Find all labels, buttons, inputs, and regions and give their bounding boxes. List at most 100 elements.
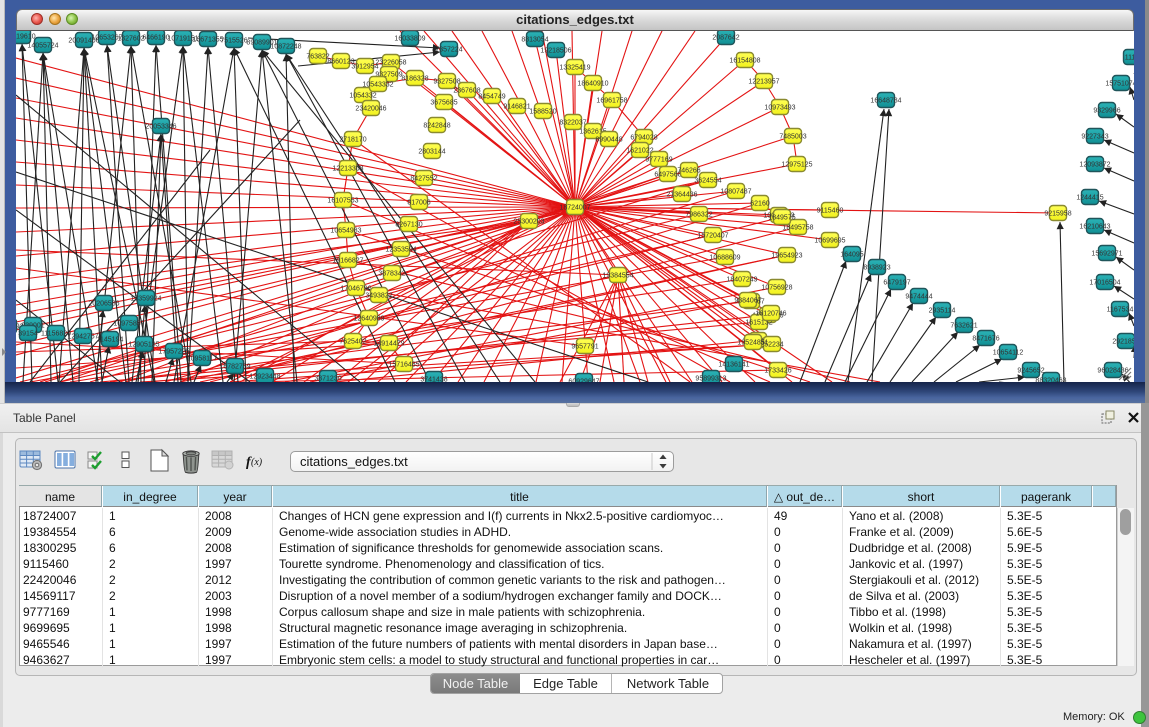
svg-text:1733426: 1733426 [764,368,791,375]
svg-text:7986322: 7986322 [685,212,712,219]
svg-text:8813054: 8813054 [521,37,548,44]
svg-text:1167534: 1167534 [1107,307,1134,314]
svg-text:7625402: 7625402 [339,339,366,346]
svg-text:95899313: 95899313 [695,376,726,383]
svg-text:96028436: 96028436 [1097,368,1128,375]
svg-text:18640910: 18640910 [577,81,608,88]
svg-text:2718170: 2718170 [339,137,366,144]
svg-text:16648784: 16648784 [870,98,901,105]
svg-text:8454749: 8454749 [478,94,505,101]
svg-text:1145194: 1145194 [97,337,124,344]
svg-text:20206586: 20206586 [88,301,119,308]
svg-text:1621022: 1621022 [626,148,653,155]
svg-text:19384554: 19384554 [602,273,633,280]
svg-text:164095: 164095 [840,252,863,259]
svg-text:10872248: 10872248 [270,44,301,51]
svg-text:1244415: 1244415 [1076,195,1103,202]
svg-text:3878342: 3878342 [378,271,405,278]
svg-text:12093872: 12093872 [1079,162,1110,169]
svg-text:14914479: 14914479 [373,341,404,348]
svg-text:13325419: 13325419 [559,65,590,72]
svg-text:1419610: 1419610 [16,34,36,41]
svg-text:16961758: 16961758 [596,98,627,105]
svg-text:9777169: 9777169 [645,157,672,164]
svg-text:25300203: 25300203 [513,219,544,226]
svg-text:17957225: 17957225 [158,349,189,356]
svg-text:19524851: 19524851 [737,340,768,347]
svg-text:15716485: 15716485 [388,362,419,369]
svg-text:15720407: 15720407 [697,233,728,240]
svg-text:9115460: 9115460 [817,208,844,215]
svg-text:3624554: 3624554 [694,178,721,185]
svg-text:18495758: 18495758 [782,225,813,232]
svg-text:39154: 39154 [18,331,38,338]
svg-text:2087642: 2087642 [712,35,739,42]
svg-text:62160: 62160 [750,201,770,208]
svg-text:8938923: 8938923 [863,265,890,272]
svg-text:10975857: 10975857 [113,321,144,328]
svg-text:10807487: 10807487 [720,189,751,196]
svg-text:16120746: 16120746 [755,311,786,318]
svg-text:16782759: 16782759 [219,364,250,371]
svg-text:8471676: 8471676 [972,336,999,343]
svg-text:7632621: 7632621 [950,323,977,330]
svg-text:3675685: 3675685 [430,100,457,107]
svg-text:3741438: 3741438 [420,377,447,383]
svg-text:10699695: 10699695 [814,238,845,245]
svg-text:16154808: 16154808 [729,58,760,65]
svg-text:15751074: 15751074 [1105,81,1134,88]
svg-text:7515526: 7515526 [220,38,247,45]
svg-text:8427552: 8427552 [410,176,437,183]
svg-text:16210643: 16210643 [1079,224,1110,231]
svg-text:1849575: 1849575 [768,215,795,222]
svg-text:17046796: 17046796 [340,286,371,293]
svg-text:1054332: 1054332 [349,93,376,100]
svg-text:8186328: 8186328 [401,76,428,83]
svg-text:2803144: 2803144 [418,149,445,156]
svg-text:9245652: 9245652 [1017,368,1044,375]
svg-text:10973493: 10973493 [764,105,795,112]
svg-text:7485003: 7485003 [779,134,806,141]
svg-text:9384067: 9384067 [734,298,761,305]
svg-text:10958117: 10958117 [187,356,218,363]
svg-text:12213303: 12213303 [332,166,363,173]
svg-text:6794028: 6794028 [630,135,657,142]
svg-text:15692971: 15692971 [1091,251,1122,258]
svg-text:9657791: 9657791 [571,344,598,351]
svg-text:23420046: 23420046 [355,106,386,113]
svg-text:746266: 746266 [677,168,700,175]
svg-text:8242848: 8242848 [423,123,450,130]
svg-text:6466190: 6466190 [142,35,169,42]
svg-text:9474444: 9474444 [905,294,932,301]
svg-text:16107553: 16107553 [327,198,358,205]
svg-text:12640989: 12640989 [353,316,384,323]
svg-text:12975125: 12975125 [781,162,812,169]
svg-text:18724007: 18724007 [559,205,590,212]
svg-text:9329966: 9329966 [1093,108,1120,115]
svg-text:3493822: 3493822 [365,293,392,300]
svg-text:16033809: 16033809 [394,36,425,43]
svg-text:2935114: 2935114 [929,308,956,315]
svg-text:88320463: 88320463 [1035,378,1066,383]
svg-text:19166827: 19166827 [332,258,363,265]
svg-text:9327508: 9327508 [433,79,460,86]
svg-text:2367608: 2367608 [453,88,480,95]
svg-text:9146821: 9146821 [503,104,530,111]
svg-text:8322037: 8322037 [559,120,586,127]
svg-text:16671355: 16671355 [192,37,223,44]
svg-text:12923448: 12923448 [249,374,280,381]
svg-text:12905135: 12905135 [128,342,159,349]
svg-text:10688609: 10688609 [709,255,740,262]
svg-text:9227343: 9227343 [1081,134,1108,141]
svg-text:20053346: 20053346 [145,124,176,131]
svg-text:2921859: 2921859 [1112,339,1134,346]
svg-text:3871230: 3871230 [314,376,341,383]
svg-text:1327602: 1327602 [117,36,144,43]
svg-text:763822: 763822 [306,54,329,61]
svg-text:10654983: 10654983 [330,228,361,235]
svg-text:60929647: 60929647 [568,379,599,383]
svg-text:1588520: 1588520 [529,109,556,116]
svg-text:19218506: 19218506 [540,48,571,55]
svg-text:21364436: 21364436 [666,192,697,199]
svg-text:18407249: 18407249 [726,277,757,284]
